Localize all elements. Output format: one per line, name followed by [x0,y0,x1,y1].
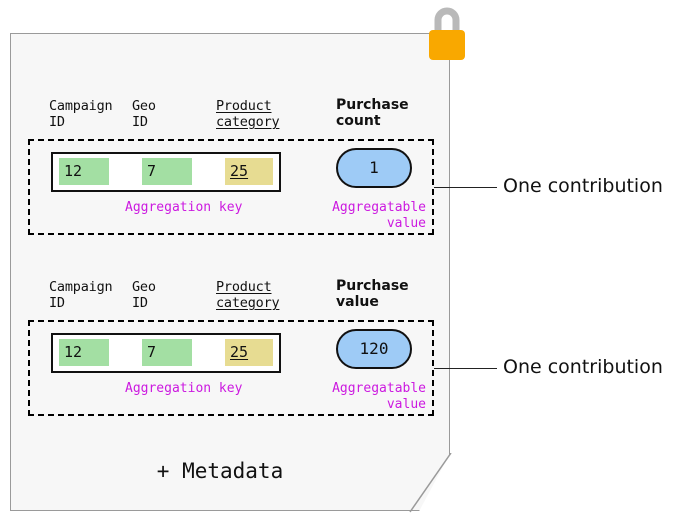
key-cell-geo-id-1: 7 [142,158,192,185]
product-line-2-b: category [216,295,280,311]
aggregation-key-box-2: 12 7 25 [51,333,281,373]
product-line-1: Product [216,98,272,114]
key-cell-campaign-id-1: 12 [59,158,109,185]
column-headers-1: Campaign ID Geo ID Product category Purch… [49,96,429,136]
column-header-geo-id-2: Geo ID [132,279,156,311]
column-header-product-category: Product category [216,98,280,130]
column-header-campaign-id-2: Campaign ID [49,279,113,311]
column-header-measure-1: Purchase count [336,97,409,129]
product-line-1-b: Product [216,279,272,295]
contribution-boundary-1: 12 7 25 1 Aggregation key Aggregatable v… [28,139,434,235]
column-headers-2: Campaign ID Geo ID Product category Purch… [49,277,429,317]
contribution-boundary-2: 12 7 25 120 Aggregation key Aggregatable… [28,320,434,416]
aggregation-key-box-1: 12 7 25 [51,152,281,192]
note-aggregation-key-2: Aggregation key [125,381,243,396]
metadata-label: + Metadata [156,459,284,483]
aggregatable-value-pill-2: 120 [336,329,412,369]
aggregatable-value-pill-1: 1 [336,148,412,188]
key-cell-product-category-1: 25 [225,158,273,185]
diagram-canvas: Campaign ID Geo ID Product category Purch… [0,0,700,524]
callout-label-2: One contribution [503,356,663,378]
column-header-measure-2: Purchase value [336,278,409,310]
column-header-campaign-id: Campaign ID [49,98,113,130]
key-cell-geo-id-2: 7 [142,339,192,366]
callout-leader-line-2 [434,368,497,369]
note-aggregatable-value-1: Aggregatable value [332,200,426,231]
key-cell-campaign-id-2: 12 [59,339,109,366]
note-aggregatable-value-2: Aggregatable value [332,381,426,412]
callout-label-1: One contribution [503,175,663,197]
callout-leader-line-1 [434,187,497,188]
key-cell-product-category-1-value: 25 [230,162,249,180]
column-header-geo-id: Geo ID [132,98,156,130]
note-aggregation-key-1: Aggregation key [125,200,243,215]
padlock-icon [429,7,465,60]
column-header-product-category-2: Product category [216,279,280,311]
product-line-2: category [216,114,280,130]
key-cell-product-category-2-value: 25 [230,343,249,361]
key-cell-product-category-2: 25 [225,339,273,366]
